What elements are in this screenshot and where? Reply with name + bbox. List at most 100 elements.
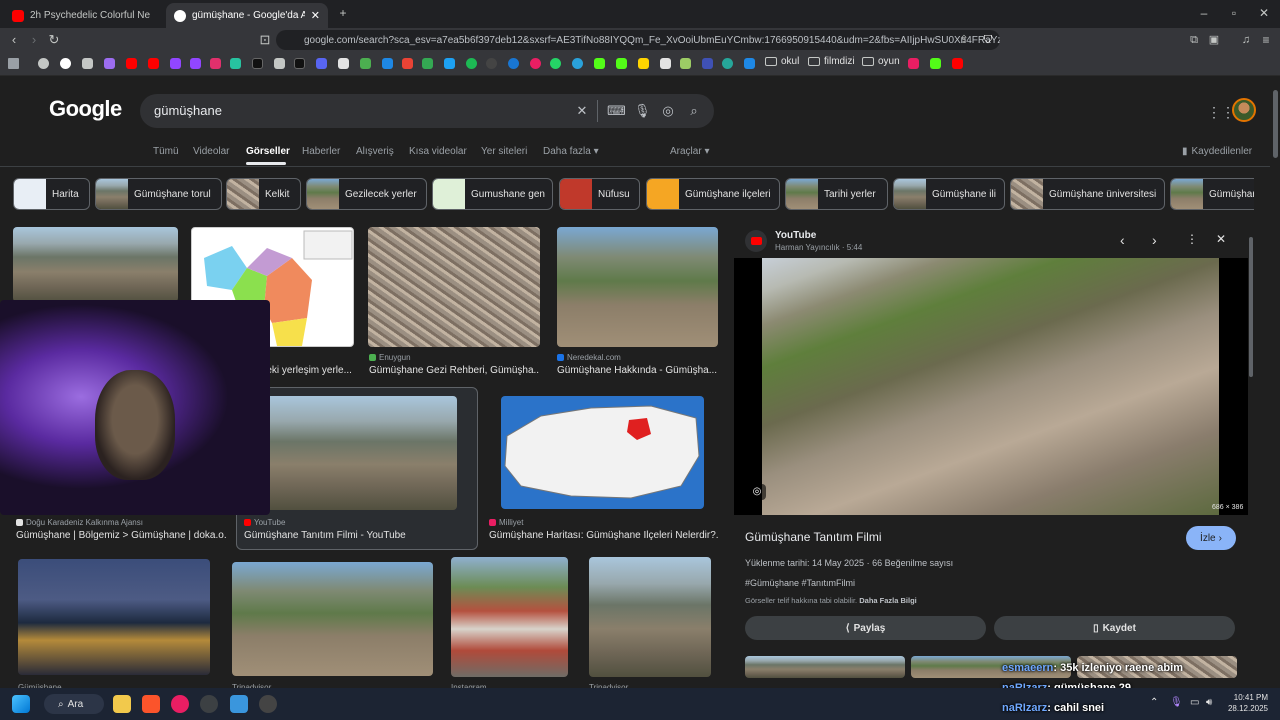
bookmark-icon[interactable] — [508, 58, 519, 69]
bookmark-twitch-icon[interactable] — [190, 58, 201, 69]
bookmark-icon[interactable] — [338, 58, 349, 69]
bookmark-twitch-icon[interactable] — [170, 58, 181, 69]
app-icon[interactable] — [200, 695, 218, 713]
tab-images[interactable]: Görseller — [246, 146, 290, 157]
chip-university[interactable]: Gümüşhane üniversitesi — [1010, 178, 1165, 210]
page-scrollbar[interactable] — [1272, 77, 1280, 688]
bookmark-icon[interactable] — [382, 58, 393, 69]
obs-icon[interactable] — [259, 695, 277, 713]
minimize-icon[interactable]: – — [1196, 6, 1212, 20]
result-title[interactable]: Gümüşhane Hakkında - Gümüşha... — [557, 365, 717, 376]
menu-icon[interactable]: ≡ — [1258, 32, 1274, 48]
sidebar-icon[interactable]: ▣ — [1206, 32, 1222, 48]
taskbar-search[interactable]: ⌕ Ara — [44, 694, 104, 714]
new-tab-icon[interactable]: + — [335, 6, 351, 20]
result-image[interactable] — [13, 227, 178, 302]
result-source[interactable]: YouTube — [244, 518, 285, 527]
bookmark-telegram-icon[interactable] — [572, 58, 583, 69]
apps-grid-icon[interactable] — [8, 58, 19, 69]
result-source[interactable]: Doğu Karadeniz Kalkınma Ajansı — [16, 518, 143, 527]
back-icon[interactable]: ‹ — [6, 32, 22, 48]
bookmark-youtube-icon[interactable] — [126, 58, 137, 69]
bookmark-folder-okul[interactable]: okul — [765, 56, 799, 67]
reload-icon[interactable]: ↻ — [46, 32, 62, 48]
previous-icon[interactable]: ‹ — [1120, 232, 1125, 248]
panel-scrollbar[interactable] — [1249, 237, 1253, 377]
brave-icon[interactable] — [142, 695, 160, 713]
tab-short-videos[interactable]: Kısa videolar — [409, 146, 467, 157]
tab-more[interactable]: Daha fazla ▾ — [543, 146, 599, 157]
scrollbar-thumb[interactable] — [1273, 90, 1278, 158]
keyboard-icon[interactable]: ⌨ — [607, 103, 626, 119]
search-icon[interactable]: ⌕ — [686, 103, 702, 119]
result-image[interactable] — [451, 557, 568, 677]
bookmark-icon[interactable] — [722, 58, 733, 69]
tab-all[interactable]: Tümü — [153, 146, 179, 157]
bookmark-kick-icon[interactable] — [616, 58, 627, 69]
result-image[interactable] — [557, 227, 718, 347]
preview-image[interactable] — [762, 258, 1219, 515]
bookmark-drive-icon[interactable] — [422, 58, 433, 69]
bookmark-spotify-icon[interactable] — [466, 58, 477, 69]
bookmark-discord-icon[interactable] — [316, 58, 327, 69]
google-logo[interactable]: Google — [49, 96, 122, 122]
media-icon[interactable]: ♫ — [1238, 32, 1254, 48]
chip-gen[interactable]: Gumushane gen — [432, 178, 553, 210]
result-image-turkey-map[interactable] — [501, 396, 704, 509]
result-image[interactable] — [589, 557, 711, 677]
result-title[interactable]: Gümüşhane | Bölgemiz > Gümüşhane | doka.… — [16, 530, 226, 541]
result-source[interactable]: Milliyet — [489, 518, 523, 527]
bookmark-icon[interactable] — [82, 58, 93, 69]
bookmark-icon[interactable] — [638, 58, 649, 69]
result-title[interactable]: Gümüşhane Tanıtım Filmi - YouTube — [244, 530, 469, 541]
result-title[interactable]: Gümüşhane Haritası: Gümüşhane İlçeleri N… — [489, 530, 719, 541]
clock[interactable]: 10:41 PM 28.12.2025 — [1226, 692, 1268, 714]
bookmark-folder-oyun[interactable]: oyun — [862, 56, 900, 67]
mic-tray-icon[interactable]: 🎙︎ — [1170, 697, 1183, 708]
panel-source[interactable]: YouTube — [775, 230, 816, 241]
microphone-icon[interactable]: 🎙︎ — [634, 103, 651, 119]
bookmark-folder-filmdizi[interactable]: filmdizi — [808, 56, 855, 67]
avatar[interactable] — [1232, 98, 1256, 122]
app-icon[interactable] — [171, 695, 189, 713]
tab-google[interactable]: gümüşhane - Google'da Ara ✕ — [166, 3, 328, 28]
clear-search-icon[interactable]: ✕ — [574, 103, 590, 119]
bookmark-icon[interactable] — [660, 58, 671, 69]
tools-button[interactable]: Araçlar ▾ — [670, 146, 710, 157]
result-source[interactable]: Enuygun — [369, 353, 411, 362]
result-title[interactable]: Gümüşhane Gezi Rehberi, Gümüşha... — [369, 365, 539, 376]
chip-historic[interactable]: Tarihi yerler — [785, 178, 888, 210]
google-apps-icon[interactable]: ⋮⋮ — [1207, 104, 1235, 121]
address-bar[interactable]: google.com/search?sca_esv=a7ea5b6f397deb… — [276, 30, 1000, 50]
network-icon[interactable]: ▭ — [1190, 697, 1199, 708]
search-query[interactable]: gümüşhane — [154, 103, 222, 118]
result-image-youtube[interactable] — [262, 396, 457, 510]
result-image[interactable] — [368, 227, 540, 347]
bookmark-instagram-icon[interactable] — [210, 58, 221, 69]
panel-title[interactable]: Gümüşhane Tanıtım Filmi — [745, 530, 882, 544]
hashtags[interactable]: #Gümüşhane #TanıtımFilmi — [745, 578, 855, 588]
share-icon[interactable]: ⇪ — [956, 32, 972, 48]
bookmark-gmail-icon[interactable] — [402, 58, 413, 69]
forward-icon[interactable]: › — [26, 32, 42, 48]
close-window-icon[interactable]: ✕ — [1256, 6, 1272, 20]
extensions-icon[interactable]: ⧉ — [1186, 32, 1202, 48]
saved-button[interactable]: ▮ Kaydedilenler — [1182, 146, 1252, 157]
chip-province[interactable]: Gümüşhane ili — [893, 178, 1005, 210]
chip-kelkit[interactable]: Kelkit — [226, 178, 301, 210]
chip-places[interactable]: Gezilecek yerler — [306, 178, 427, 210]
bookmark-icon[interactable] — [274, 58, 285, 69]
file-explorer-icon[interactable] — [113, 695, 131, 713]
bookmark-icon[interactable] — [702, 58, 713, 69]
learn-more-link[interactable]: Daha Fazla Bilgi — [859, 596, 917, 605]
bookmark-icon[interactable] — [104, 58, 115, 69]
bookmark-whatsapp-icon[interactable] — [550, 58, 561, 69]
history-icon[interactable] — [38, 58, 49, 69]
result-image[interactable] — [232, 562, 433, 676]
bookmark-icon[interactable] — [230, 58, 241, 69]
bookmark-icon[interactable] — [530, 58, 541, 69]
lens-search-icon[interactable]: ◎ — [748, 484, 766, 500]
windows-start-icon[interactable] — [12, 695, 30, 713]
brave-shield-icon[interactable]: ⛉ — [980, 32, 996, 48]
tab-shopping[interactable]: Alışveriş — [356, 146, 394, 157]
